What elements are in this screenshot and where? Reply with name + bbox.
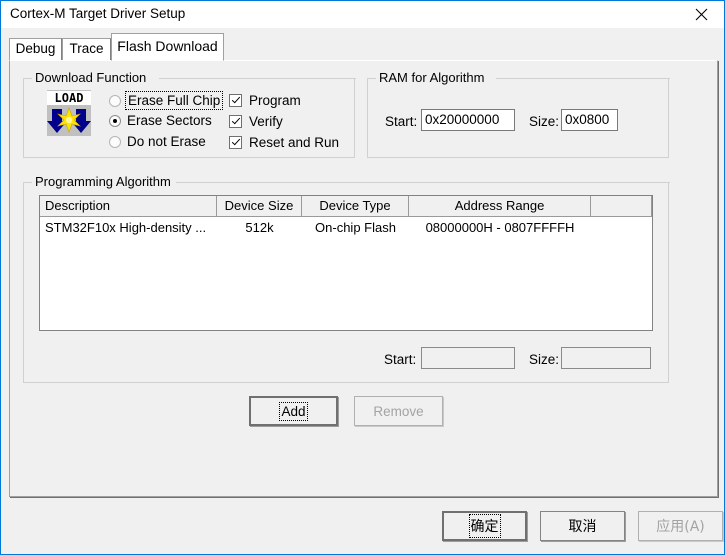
checkbox-reset-and-run-label: Reset and Run	[249, 135, 340, 150]
checkbox-reset-and-run-indicator	[229, 136, 242, 149]
close-icon[interactable]	[678, 1, 724, 28]
group-programming-algorithm-label: Programming Algorithm	[32, 174, 174, 189]
add-button-label: Add	[279, 401, 308, 421]
dialog-window: Cortex-M Target Driver Setup Debug Trace…	[0, 0, 725, 555]
checkbox-verify-indicator	[229, 115, 242, 128]
radio-do-not-erase[interactable]: Do not Erase	[109, 134, 206, 149]
radio-do-not-erase-label: Do not Erase	[127, 134, 206, 149]
cell-spacer	[591, 217, 652, 239]
algorithm-size-label: Size:	[529, 352, 560, 367]
radio-erase-full-chip-label: Erase Full Chip	[124, 91, 224, 110]
ram-start-label: Start:	[385, 114, 418, 129]
apply-button[interactable]: 应用(A)	[638, 511, 723, 541]
ram-size-input[interactable]: 0x0800	[561, 109, 618, 131]
ok-button-label: 确定	[468, 514, 501, 538]
cancel-button[interactable]: 取消	[540, 511, 625, 541]
radio-erase-full-chip-indicator	[109, 94, 121, 107]
load-icon-text: LOAD	[47, 91, 91, 105]
checkbox-reset-and-run[interactable]: Reset and Run	[229, 135, 339, 150]
column-header-device-size[interactable]: Device Size	[217, 196, 302, 216]
tab-flash-download-label: Flash Download	[117, 38, 218, 54]
cell-device-size: 512k	[245, 220, 274, 235]
checkbox-verify[interactable]: Verify	[229, 114, 283, 129]
tab-trace-label: Trace	[69, 41, 104, 56]
group-border-segment	[496, 78, 670, 79]
window-title: Cortex-M Target Driver Setup	[10, 6, 186, 21]
column-header-address-range[interactable]: Address Range	[409, 196, 591, 216]
tab-debug-label: Debug	[15, 41, 56, 56]
title-bar: Cortex-M Target Driver Setup	[1, 0, 724, 28]
algorithm-start-input[interactable]	[421, 347, 515, 369]
group-download-function-label: Download Function	[32, 70, 150, 85]
algorithm-list-header: Description Device Size Device Type Addr…	[40, 196, 652, 217]
tab-trace[interactable]: Trace	[62, 38, 111, 61]
algorithm-start-label: Start:	[384, 352, 417, 367]
column-header-description[interactable]: Description	[40, 196, 217, 216]
table-row[interactable]: STM32F10x High-density ... 512k On-chip …	[40, 217, 652, 239]
cell-device-type: On-chip Flash	[315, 220, 396, 235]
checkbox-program[interactable]: Program	[229, 93, 301, 108]
add-button[interactable]: Add	[249, 396, 338, 426]
radio-erase-sectors-label: Erase Sectors	[127, 113, 212, 128]
remove-button[interactable]: Remove	[354, 396, 443, 426]
ram-start-input[interactable]: 0x20000000	[421, 109, 515, 131]
radio-do-not-erase-indicator	[109, 135, 121, 148]
radio-erase-full-chip[interactable]: Erase Full Chip	[109, 91, 224, 110]
algorithm-size-input[interactable]	[561, 347, 651, 369]
tab-flash-download[interactable]: Flash Download	[111, 33, 224, 61]
group-ram-for-algorithm-label: RAM for Algorithm	[376, 70, 488, 85]
load-icon: LOAD	[47, 90, 91, 136]
checkbox-program-label: Program	[249, 93, 301, 108]
cancel-button-label: 取消	[568, 519, 597, 535]
checkbox-program-indicator	[229, 94, 242, 107]
ok-button[interactable]: 确定	[442, 511, 527, 541]
ram-size-label: Size:	[529, 114, 560, 129]
tab-debug[interactable]: Debug	[9, 38, 62, 61]
radio-erase-sectors-indicator	[109, 114, 121, 127]
tab-strip: Debug Trace Flash Download	[9, 33, 718, 61]
apply-button-label: 应用(A)	[656, 519, 705, 535]
radio-erase-sectors[interactable]: Erase Sectors	[109, 113, 212, 128]
group-border-segment	[159, 78, 356, 79]
remove-button-label: Remove	[373, 403, 424, 419]
cell-address-range: 08000000H - 0807FFFFH	[425, 220, 575, 235]
cell-description: STM32F10x High-density ...	[45, 220, 207, 235]
column-header-spacer[interactable]	[591, 196, 652, 216]
column-header-device-type[interactable]: Device Type	[302, 196, 409, 216]
algorithm-list[interactable]: Description Device Size Device Type Addr…	[39, 195, 653, 331]
checkbox-verify-label: Verify	[249, 114, 283, 129]
group-border-segment	[176, 182, 670, 183]
